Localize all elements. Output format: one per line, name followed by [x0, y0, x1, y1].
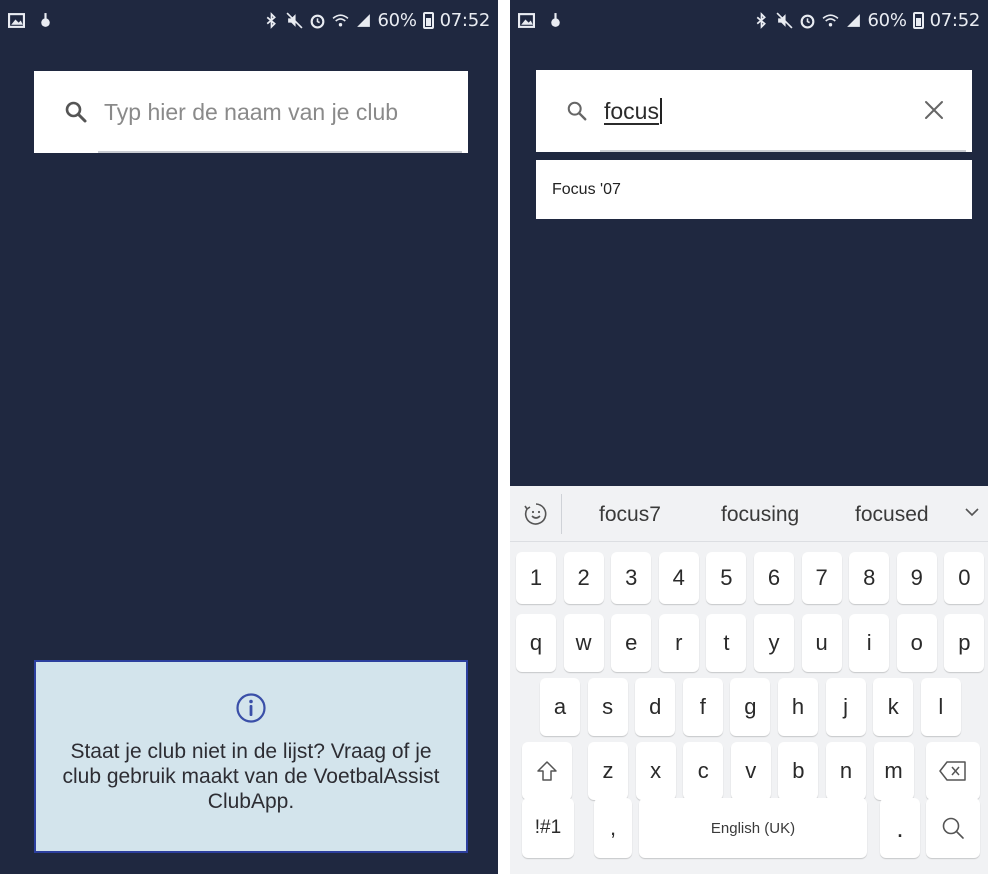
- key-y[interactable]: y: [754, 614, 794, 672]
- suggestion-2[interactable]: focusing: [721, 503, 799, 527]
- image-icon: [8, 12, 25, 28]
- key-j[interactable]: j: [825, 678, 866, 736]
- chevron-down-icon[interactable]: [962, 502, 982, 522]
- key-d[interactable]: d: [635, 678, 676, 736]
- info-text: Staat je club niet in de lijst? Vraag of…: [62, 740, 440, 813]
- key-g[interactable]: g: [730, 678, 771, 736]
- key-o[interactable]: o: [896, 614, 937, 672]
- search-icon: [942, 817, 964, 839]
- key-4[interactable]: 4: [658, 552, 699, 604]
- key-f[interactable]: f: [682, 678, 723, 736]
- info-box: Staat je club niet in de lijst? Vraag of…: [34, 660, 468, 853]
- wifi-icon: [332, 13, 348, 26]
- key-q[interactable]: q: [516, 614, 556, 672]
- search-icon: [65, 101, 87, 123]
- key-b[interactable]: b: [778, 742, 819, 800]
- backspace-key[interactable]: [926, 742, 980, 800]
- image-icon: [518, 12, 535, 28]
- search-result-item[interactable]: Focus '07: [536, 160, 972, 219]
- close-icon[interactable]: [920, 96, 948, 124]
- suggestion-3[interactable]: focused: [855, 503, 929, 527]
- left-screen: 60% 07:52 Typ hier de naam van je club S…: [0, 0, 498, 874]
- key-6[interactable]: 6: [754, 552, 794, 604]
- key-0[interactable]: 0: [944, 552, 985, 604]
- search-icon: [567, 101, 587, 121]
- bluetooth-icon: [266, 11, 276, 29]
- club-search-input[interactable]: focus: [536, 70, 972, 152]
- battery-percent: 60%: [867, 9, 907, 31]
- key-e[interactable]: e: [611, 614, 652, 672]
- comma-key[interactable]: ,: [594, 798, 632, 858]
- key-c[interactable]: c: [683, 742, 724, 800]
- key-1[interactable]: 1: [516, 552, 556, 604]
- mute-icon: [775, 11, 793, 29]
- key-3[interactable]: 3: [611, 552, 652, 604]
- key-r[interactable]: r: [658, 614, 699, 672]
- search-underline: [600, 150, 966, 152]
- shift-key[interactable]: [522, 742, 572, 800]
- suggestion-bar: focus7 focusing focused: [510, 486, 988, 542]
- search-key[interactable]: [926, 798, 980, 858]
- key-7[interactable]: 7: [801, 552, 842, 604]
- alarm-icon: [310, 14, 324, 28]
- info-icon: [236, 693, 266, 723]
- suggestion-1[interactable]: focus7: [599, 503, 661, 527]
- key-p[interactable]: p: [944, 614, 985, 672]
- status-bar: 60% 07:52: [510, 0, 988, 40]
- battery-icon: [912, 11, 924, 29]
- key-v[interactable]: v: [730, 742, 771, 800]
- symbols-key[interactable]: !#1: [522, 798, 574, 858]
- period-key[interactable]: .: [880, 798, 920, 858]
- key-a[interactable]: a: [540, 678, 580, 736]
- right-screen: 60% 07:52 focus Focus '07 focus7 focusin…: [510, 0, 988, 874]
- battery-percent: 60%: [377, 9, 417, 31]
- notification-icon: [551, 12, 560, 27]
- wifi-icon: [822, 13, 838, 26]
- key-u[interactable]: u: [801, 614, 842, 672]
- backspace-icon: [939, 761, 966, 781]
- key-8[interactable]: 8: [849, 552, 890, 604]
- signal-icon: [846, 13, 860, 27]
- emoji-button[interactable]: [510, 493, 562, 534]
- key-s[interactable]: s: [587, 678, 628, 736]
- key-x[interactable]: x: [635, 742, 676, 800]
- key-9[interactable]: 9: [896, 552, 937, 604]
- keyboard: focus7 focusing focused 1234567890qwerty…: [510, 486, 988, 874]
- key-t[interactable]: t: [706, 614, 747, 672]
- notification-icon: [41, 12, 50, 27]
- clock: 07:52: [439, 9, 491, 31]
- mute-icon: [285, 11, 303, 29]
- space-key[interactable]: English (UK): [639, 798, 867, 858]
- key-i[interactable]: i: [849, 614, 890, 672]
- battery-icon: [422, 11, 434, 29]
- key-n[interactable]: n: [826, 742, 866, 800]
- emoji-icon: [523, 502, 546, 525]
- club-search-input[interactable]: Typ hier de naam van je club: [34, 71, 468, 153]
- search-underline: [98, 151, 462, 153]
- text-caret: [659, 98, 662, 124]
- key-5[interactable]: 5: [706, 552, 747, 604]
- key-h[interactable]: h: [778, 678, 818, 736]
- result-label: Focus '07: [552, 180, 621, 198]
- search-placeholder: Typ hier de naam van je club: [104, 98, 399, 125]
- search-value: focus: [604, 97, 659, 124]
- key-m[interactable]: m: [873, 742, 914, 800]
- shift-icon: [537, 761, 557, 781]
- key-z[interactable]: z: [588, 742, 628, 800]
- bluetooth-icon: [756, 11, 766, 29]
- key-w[interactable]: w: [563, 614, 604, 672]
- status-bar: 60% 07:52: [0, 0, 498, 40]
- key-2[interactable]: 2: [563, 552, 604, 604]
- clock: 07:52: [929, 9, 981, 31]
- key-k[interactable]: k: [873, 678, 914, 736]
- key-l[interactable]: l: [920, 678, 961, 736]
- signal-icon: [356, 13, 370, 27]
- alarm-icon: [800, 14, 814, 28]
